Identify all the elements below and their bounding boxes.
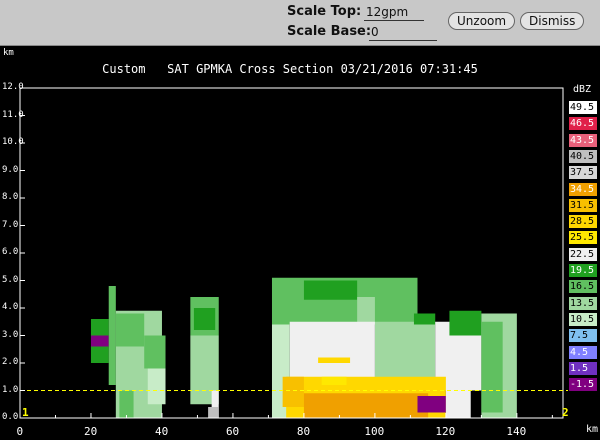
- y-tick-label: 11.0: [2, 109, 24, 120]
- x-tick-label: 80: [296, 425, 311, 438]
- reflectivity-cell: [449, 310, 482, 336]
- legend-swatch: 10.5: [569, 312, 597, 326]
- endpoint-start-label: 1: [22, 406, 29, 419]
- y-tick-label: 9.0: [2, 164, 19, 175]
- y-tick-label: 10.0: [2, 137, 24, 147]
- x-tick-label: 60: [225, 425, 240, 438]
- x-tick-label: 140: [506, 425, 527, 438]
- reflectivity-cell: [303, 280, 358, 300]
- legend-swatch: 16.5: [569, 280, 597, 294]
- endpoint-end-label: 2: [562, 406, 569, 419]
- reflectivity-cell: [193, 308, 216, 330]
- reflectivity-cell: [445, 390, 471, 418]
- y-tick-label: 5.0: [2, 274, 19, 285]
- x-tick-label: 40: [154, 425, 169, 438]
- y-tick-label: 6.0: [2, 247, 19, 257]
- legend-swatch: 19.5: [569, 264, 597, 277]
- reflectivity-cell: [144, 335, 166, 369]
- legend-swatch: 4.5: [569, 345, 597, 359]
- reflectivity-cell: [282, 376, 304, 407]
- y-tick-label: 3.0: [2, 329, 19, 340]
- y-tick-label: 8.0: [2, 192, 19, 202]
- reflectivity-cell: [413, 313, 436, 325]
- y-tick-label: 7.0: [2, 219, 19, 230]
- y-tick-label: 2.0: [2, 357, 19, 367]
- legend-swatch: -1.5: [569, 378, 597, 392]
- legend-swatch: 46.5: [569, 117, 597, 131]
- y-tick-label: 0.0: [2, 412, 19, 422]
- reflectivity-cell: [417, 396, 446, 413]
- reflectivity-cell: [90, 335, 109, 347]
- legend-swatch: 49.5: [569, 101, 597, 114]
- reflectivity-cell: [208, 407, 219, 418]
- legend-swatch: 34.5: [569, 182, 597, 196]
- reflectivity-cell: [481, 321, 503, 413]
- reflectivity-cell: [357, 297, 375, 325]
- y-tick-label: 1.0: [2, 384, 19, 395]
- reflectivity-cell: [303, 393, 429, 418]
- legend-swatch: 1.5: [569, 361, 597, 375]
- x-tick-label: 100: [364, 425, 385, 438]
- legend-swatch: 7.5: [569, 329, 597, 343]
- legend-swatch: 43.5: [569, 133, 597, 147]
- reflectivity-cell: [147, 368, 166, 405]
- x-tick-label: 0: [16, 425, 24, 438]
- y-tick-label: 12.0: [2, 82, 24, 92]
- legend-swatch: 31.5: [569, 198, 597, 212]
- legend-swatch: 25.5: [569, 231, 597, 245]
- reflectivity-cell: [108, 286, 116, 385]
- cross-section-plot[interactable]: [0, 0, 600, 440]
- legend-swatch: 40.5: [569, 149, 597, 163]
- y-tick-label: 4.0: [2, 302, 19, 312]
- legend-swatch: 22.5: [569, 247, 597, 261]
- x-tick-label: 120: [435, 425, 456, 438]
- legend-swatch: 37.5: [569, 166, 597, 180]
- x-tick-label: 20: [83, 425, 98, 438]
- legend-swatch: 13.5: [569, 296, 597, 310]
- reflectivity-cell: [318, 357, 351, 363]
- reflectivity-cell: [321, 376, 347, 385]
- reflectivity-cell: [119, 390, 134, 418]
- legend-swatch: 28.5: [569, 215, 597, 229]
- reflectivity-cell: [115, 313, 145, 347]
